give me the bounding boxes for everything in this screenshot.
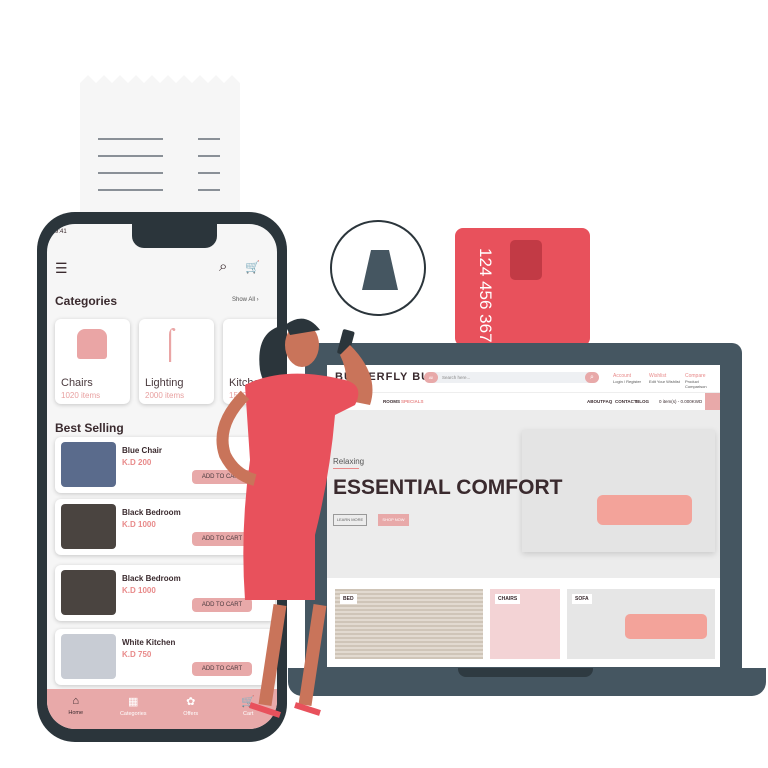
woman-illustration — [216, 318, 373, 718]
category-card[interactable]: Chairs 1020 items — [55, 319, 130, 404]
nav-categories[interactable]: ▦ Categories — [105, 689, 163, 729]
search-icon[interactable]: ⌕ — [219, 258, 227, 275]
nav-faq[interactable]: FAQ — [603, 399, 612, 404]
chair-icon — [77, 329, 107, 359]
category-card[interactable]: ⌠ Lighting 2000 items — [139, 319, 214, 404]
show-all-link[interactable]: Show All › — [232, 297, 259, 303]
nav-specials[interactable]: SPECIALS — [401, 399, 424, 404]
search-icon[interactable]: ⌕ — [585, 372, 599, 383]
speech-bubble — [330, 220, 426, 316]
categories-title: Categories — [55, 294, 118, 308]
account-link[interactable]: Account Login / Register — [613, 373, 641, 384]
credit-card-illustration: 124 456 367 — [455, 228, 590, 346]
search-input[interactable]: Search here... — [442, 375, 470, 380]
compare-link[interactable]: Compare Product Comparison — [685, 373, 720, 389]
lamp-icon: ⌠ — [161, 327, 180, 360]
nav-home[interactable]: ⌂ Home — [47, 689, 105, 729]
menu-icon[interactable]: ☰ — [55, 260, 68, 277]
home-icon: ⌂ — [72, 695, 80, 707]
cart-bag-icon[interactable] — [705, 393, 720, 410]
best-selling-title: Best Selling — [55, 421, 124, 435]
cart-icon[interactable]: 🛒 — [245, 260, 260, 274]
grid-icon: ▦ — [128, 696, 139, 708]
search-bar[interactable]: All Search here... ⌕ — [424, 372, 599, 383]
sofa-image — [597, 495, 692, 525]
nav-blog[interactable]: BLOG — [636, 399, 649, 404]
search-scope[interactable]: All — [424, 372, 438, 383]
status-time: 9:41 — [55, 229, 67, 235]
tile-sofa[interactable]: SOFA — [567, 589, 715, 659]
lamp-shade-icon — [362, 250, 398, 290]
nav-about[interactable]: ABOUT — [587, 399, 603, 404]
receipt-illustration — [80, 75, 240, 220]
chip-icon — [510, 240, 542, 280]
tile-chairs[interactable]: CHAIRS — [490, 589, 560, 659]
nav-contact[interactable]: CONTACT — [615, 399, 637, 404]
wishlist-link[interactable]: Wishlist Edit Your Wishlist — [649, 373, 680, 384]
cart-summary[interactable]: 0 item(s) - 0.000KWD — [659, 399, 702, 404]
card-number: 124 456 367 — [476, 248, 495, 343]
